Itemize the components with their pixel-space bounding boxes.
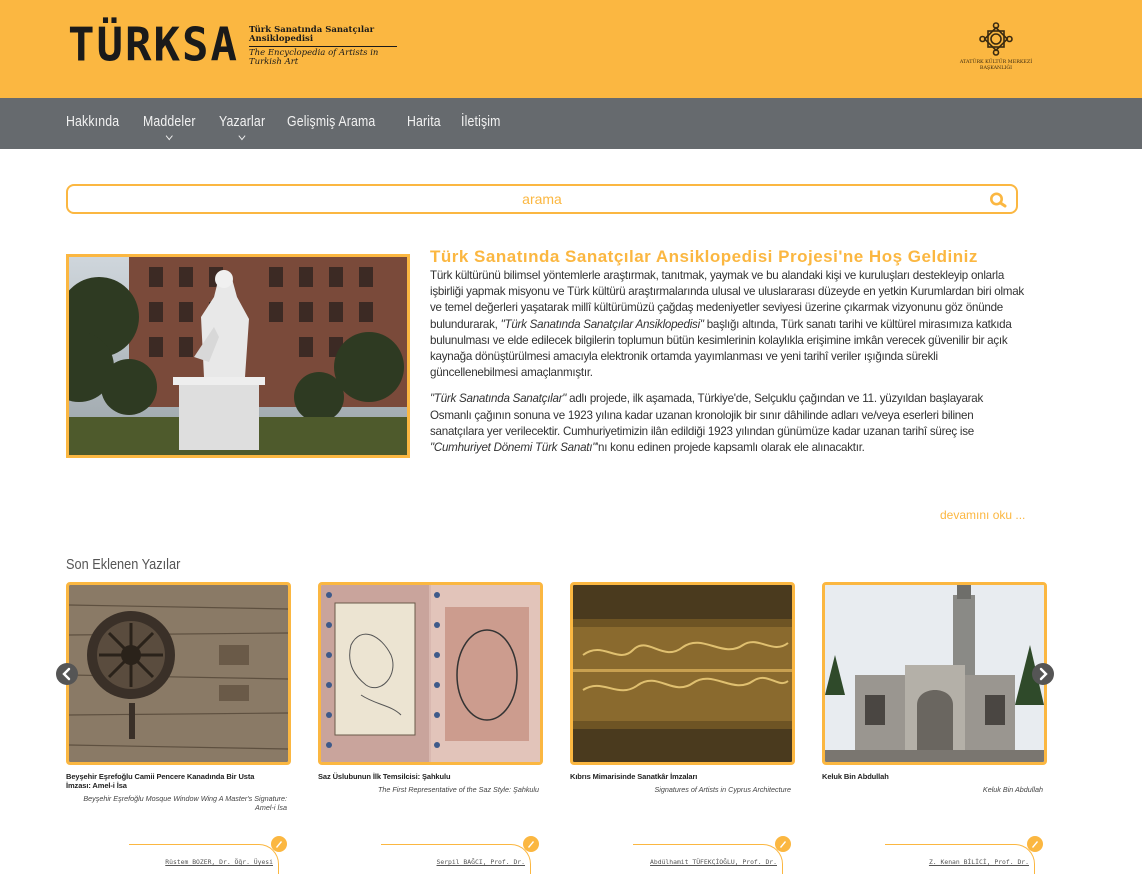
hero-image [66, 254, 410, 458]
article-card[interactable]: Saz Üslubunun İlk Temsilcisi: Şahkulu Th… [318, 582, 543, 874]
calligraphy-panel-image [573, 585, 792, 762]
text-span: 'nı konu edinen projede kapsamlı olarak … [596, 441, 865, 455]
org-name-line2: BAŞKANLIĞI [979, 66, 1013, 71]
nav-item-label: Maddeler [142, 113, 196, 130]
article-title-tr[interactable]: Beyşehir Eşrefoğlu Camii Pencere Kanadın… [66, 772, 266, 790]
mosque-image [825, 585, 1044, 762]
welcome-title: Türk Sanatında Sanatçılar Ansiklopedisi … [430, 247, 978, 266]
author-link[interactable]: Serpil BAĞCI, Prof. Dr. [437, 858, 526, 866]
statue-photo [69, 257, 407, 455]
chevron-down-icon [165, 131, 173, 141]
article-title-en: Beyşehir Eşrefoğlu Mosque Window Wing A … [83, 794, 287, 812]
text-span-em: "Türk Sanatında Sanatçılar Ansiklopedisi… [500, 317, 704, 331]
article-title-en: Signatures of Artists in Cyprus Architec… [654, 785, 791, 794]
site-logo[interactable]: TÜRKSA Türk Sanatında Sanatçılar Ansiklo… [68, 18, 397, 73]
search-icon[interactable] [988, 190, 1008, 210]
article-thumbnail[interactable] [318, 582, 543, 765]
author-block: Z. Kenan BİLİCİ, Prof. Dr. [883, 836, 1043, 876]
nav-item-hakkinda[interactable]: Hakkında [66, 113, 119, 130]
pen-icon [1027, 836, 1043, 852]
read-more-link[interactable]: devamını oku ... [940, 508, 1025, 522]
nav-item-iletisim[interactable]: İletişim [461, 113, 501, 130]
author-block: Rüstem BOZER, Dr. Öğr. Üyesi [127, 836, 287, 876]
article-title-en: Keluk Bin Abdullah [982, 785, 1043, 794]
text-span-em: "Cumhuriyet Dönemi Türk Sanatı" [430, 441, 597, 455]
pen-icon [271, 836, 287, 852]
nav-item-label: Yazarlar [219, 113, 266, 130]
site-header: TÜRKSA Türk Sanatında Sanatçılar Ansiklo… [0, 0, 1142, 98]
author-link[interactable]: Rüstem BOZER, Dr. Öğr. Üyesi [165, 858, 273, 866]
article-card[interactable]: Kıbrıs Mimarisinde Sanatkâr İmzaları Sig… [570, 582, 795, 874]
logo-wordmark: TÜRKSA [68, 18, 239, 73]
article-title-tr[interactable]: Kıbrıs Mimarisinde Sanatkâr İmzaları [570, 772, 770, 781]
chevron-left-icon [62, 667, 71, 681]
carousel-prev-button[interactable] [56, 663, 78, 685]
chevron-down-icon [238, 131, 246, 141]
search-bar [66, 184, 1018, 214]
author-link[interactable]: Abdülhamit TÜFEKÇİOĞLU, Prof. Dr. [650, 858, 777, 866]
article-card[interactable]: Beyşehir Eşrefoğlu Camii Pencere Kanadın… [66, 582, 291, 874]
article-title-tr[interactable]: Keluk Bin Abdullah [822, 772, 1022, 781]
article-card[interactable]: Keluk Bin Abdullah Keluk Bin Abdullah Z.… [822, 582, 1047, 874]
recent-section-title: Son Eklenen Yazılar [66, 556, 181, 573]
article-title-en: The First Representative of the Saz Styl… [378, 785, 539, 794]
manuscript-image [321, 585, 540, 762]
org-name: ATATÜRK KÜLTÜR MERKEZİ BAŞKANLIĞI [946, 60, 1046, 72]
article-thumbnail[interactable] [570, 582, 795, 765]
logo-title-tr: Türk Sanatında Sanatçılar Ansiklopedisi [248, 25, 375, 44]
author-block: Abdülhamit TÜFEKÇİOĞLU, Prof. Dr. [631, 836, 791, 876]
welcome-text: Türk kültürünü bilimsel yöntemlerle araş… [430, 268, 1024, 466]
article-title-tr[interactable]: Saz Üslubunun İlk Temsilcisi: Şahkulu [318, 772, 518, 781]
carousel-next-button[interactable] [1032, 663, 1054, 685]
logo-subtitle: Türk Sanatında Sanatçılar Ansiklopedisi … [248, 25, 397, 67]
org-emblem-icon [979, 22, 1013, 56]
chevron-right-icon [1039, 667, 1048, 681]
recent-carousel: Beyşehir Eşrefoğlu Camii Pencere Kanadın… [66, 582, 1047, 882]
main-nav: Hakkında Maddeler Yazarlar Gelişmiş Aram… [0, 98, 1142, 149]
welcome-paragraph-2: "Türk Sanatında Sanatçılar" adlı projede… [430, 391, 1024, 456]
org-logo[interactable]: ATATÜRK KÜLTÜR MERKEZİ BAŞKANLIĞI [946, 22, 1046, 72]
logo-divider [248, 46, 397, 47]
logo-title-en: The Encyclopedia of Artists in Turkish A… [248, 48, 379, 67]
nav-item-yazarlar[interactable]: Yazarlar [219, 113, 266, 141]
article-thumbnail[interactable] [822, 582, 1047, 765]
pen-icon [775, 836, 791, 852]
article-thumbnail[interactable] [66, 582, 291, 765]
author-link[interactable]: Z. Kenan BİLİCİ, Prof. Dr. [929, 858, 1029, 866]
welcome-paragraph-1: Türk kültürünü bilimsel yöntemlerle araş… [430, 268, 1024, 381]
nav-item-harita[interactable]: Harita [407, 113, 441, 130]
wooden-door-image [69, 585, 288, 762]
nav-item-gelismis-arama[interactable]: Gelişmiş Arama [287, 113, 375, 130]
author-block: Serpil BAĞCI, Prof. Dr. [379, 836, 539, 876]
search-input[interactable] [68, 186, 1016, 212]
nav-item-maddeler[interactable]: Maddeler [142, 113, 196, 141]
text-span-em: "Türk Sanatında Sanatçılar" [430, 392, 567, 406]
pen-icon [523, 836, 539, 852]
